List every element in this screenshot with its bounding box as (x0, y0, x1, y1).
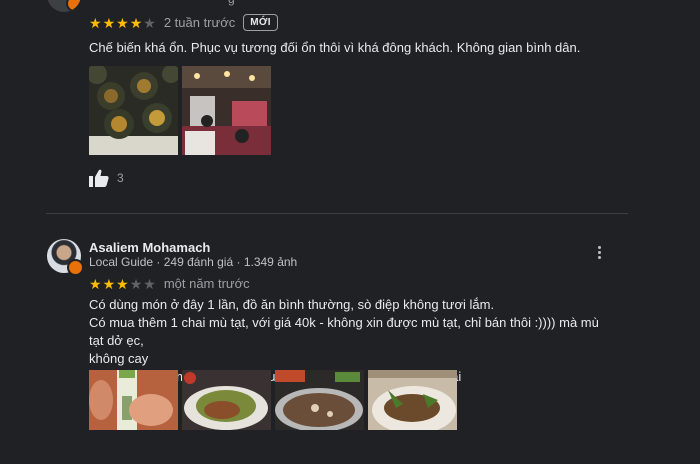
sea-urchin-dish-photo[interactable] (89, 66, 178, 155)
rating-row: ★ ★ ★ ★ ★ một năm trước (89, 276, 250, 291)
review-time: 2 tuần trước (163, 15, 236, 30)
rating-row: ★ ★ ★ ★ ★ 2 tuần trước MỚI (89, 14, 278, 31)
avatar[interactable] (47, 0, 81, 12)
star-icon: ★ (116, 14, 129, 31)
star-icon: ★ (129, 14, 143, 31)
star-icon: ★ (89, 275, 102, 292)
review-photos (89, 66, 271, 155)
seafood-plate-photo[interactable] (368, 370, 457, 459)
author-name[interactable]: g (228, 0, 235, 6)
star-icon: ★ (143, 275, 156, 292)
more-options-icon[interactable] (592, 246, 606, 262)
like-button[interactable]: 3 (89, 169, 124, 187)
star-icon: ★ (89, 14, 102, 31)
star-icon: ★ (116, 275, 129, 292)
wasabi-bottle-photo[interactable] (89, 370, 178, 459)
star-icon: ★ (102, 14, 116, 31)
meta-separator: · (156, 255, 161, 269)
divider (46, 213, 628, 214)
stir-fry-dish-photo[interactable] (182, 370, 271, 459)
star-rating: ★ ★ ★ ★ ★ (89, 16, 156, 30)
star-icon: ★ (143, 14, 156, 31)
restaurant-interior-photo[interactable] (182, 66, 271, 155)
star-icon: ★ (129, 275, 143, 292)
thumbs-up-icon (89, 169, 109, 187)
like-count: 3 (117, 171, 124, 185)
review-text-line: Có dùng món ở đây 1 lần, đồ ăn bình thườ… (89, 297, 495, 312)
review-text-line: Có mua thêm 1 chai mù tạt, với giá 40k -… (89, 315, 599, 348)
local-guide-label: Local Guide (89, 255, 154, 269)
author-name[interactable]: Asaliem Mohamach (89, 240, 210, 255)
local-guide-badge-icon (66, 0, 81, 12)
review-count: 249 đánh giá (163, 255, 234, 269)
meta-separator: · (236, 255, 241, 269)
new-badge: MỚI (243, 14, 278, 31)
avatar[interactable] (47, 239, 84, 276)
author-meta[interactable]: Local Guide · 249 đánh giá · 1.349 ảnh (89, 255, 297, 269)
review-text-line: không cay (89, 351, 149, 366)
review-photos (89, 370, 457, 459)
review-time: một năm trước (163, 276, 250, 291)
hotpot-photo[interactable] (275, 370, 364, 459)
star-rating: ★ ★ ★ ★ ★ (89, 277, 156, 291)
photo-count: 1.349 ảnh (243, 255, 298, 269)
star-icon: ★ (102, 275, 116, 292)
local-guide-badge-icon (67, 259, 84, 276)
review-text: Chế biến khá ổn. Phục vụ tương đối ổn th… (89, 40, 581, 55)
